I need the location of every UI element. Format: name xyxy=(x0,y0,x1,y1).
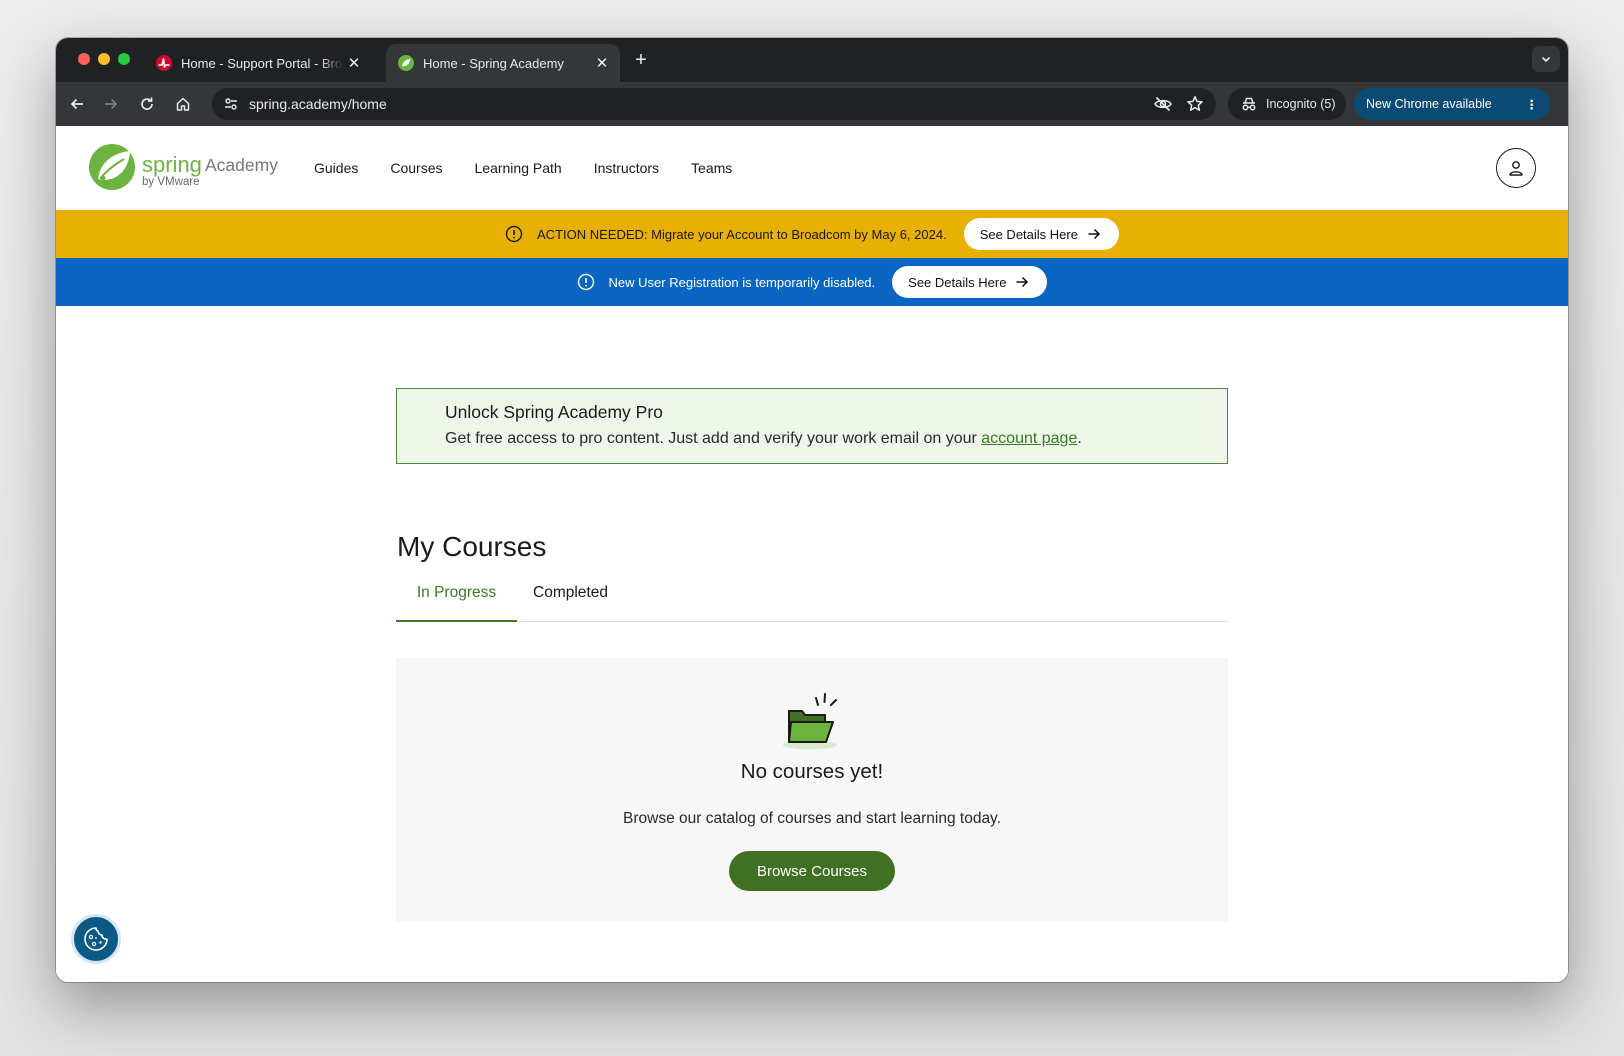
cookie-icon xyxy=(84,927,108,951)
reload-icon xyxy=(141,97,153,110)
reload-button[interactable] xyxy=(136,93,158,115)
arrow-right-icon xyxy=(1016,276,1029,288)
home-icon xyxy=(176,97,190,111)
more-vert-icon[interactable]: ⋮ xyxy=(1526,97,1539,112)
minimize-window-button[interactable] xyxy=(98,53,110,65)
nav-teams[interactable]: Teams xyxy=(691,160,732,176)
site-info-icon[interactable] xyxy=(221,94,241,114)
user-icon xyxy=(1509,161,1523,176)
bookmark-star-icon[interactable] xyxy=(1184,93,1206,115)
chevron-down-icon xyxy=(1541,56,1551,63)
spring-favicon-icon xyxy=(398,55,414,71)
arrow-right-icon xyxy=(1088,228,1101,240)
pro-desc-end: . xyxy=(1077,430,1082,447)
incognito-icon xyxy=(1242,97,1256,111)
registration-details-label: See Details Here xyxy=(908,274,1007,290)
registration-banner-text: New User Registration is temporarily dis… xyxy=(608,274,876,290)
action-needed-banner: ACTION NEEDED: Migrate your Account to B… xyxy=(56,210,1568,258)
tab-in-progress[interactable]: In Progress xyxy=(396,584,517,622)
nav-guides[interactable]: Guides xyxy=(314,160,358,176)
incognito-label: Incognito (5) xyxy=(1266,97,1336,111)
back-button[interactable] xyxy=(66,93,88,115)
pro-desc-text: Get free access to pro content. Just add… xyxy=(445,430,982,447)
action-details-button[interactable]: See Details Here xyxy=(963,218,1119,250)
account-button[interactable] xyxy=(1496,148,1536,188)
cookie-settings-button[interactable] xyxy=(71,914,121,964)
close-tab-icon[interactable]: ✕ xyxy=(344,53,364,73)
close-window-button[interactable] xyxy=(78,53,90,65)
tab-support-portal[interactable]: Home - Support Portal - Broadcom ✕ xyxy=(144,44,372,82)
arrow-left-icon xyxy=(70,98,83,110)
empty-state: No courses yet! Browse our catalog of co… xyxy=(396,658,1228,922)
registration-details-button[interactable]: See Details Here xyxy=(892,266,1048,298)
eye-off-icon[interactable] xyxy=(1152,93,1174,115)
update-label: New Chrome available xyxy=(1366,97,1492,111)
site-header: spring Academy by VMware Guides Courses … xyxy=(56,126,1568,210)
account-page-link[interactable]: account page xyxy=(981,430,1077,447)
arrow-right-icon xyxy=(105,98,118,110)
open-folder-icon xyxy=(783,693,837,750)
info-icon xyxy=(505,225,523,243)
nav-instructors[interactable]: Instructors xyxy=(594,160,659,176)
spring-academy-logo[interactable]: spring Academy by VMware xyxy=(88,141,284,193)
browser-toolbar: spring.academy/home Incognito (5) New Ch… xyxy=(56,82,1568,126)
home-button[interactable] xyxy=(172,93,194,115)
pro-promo-box: Unlock Spring Academy Pro Get free acces… xyxy=(396,388,1228,464)
address-bar[interactable]: spring.academy/home xyxy=(212,88,1216,120)
logo-wordmark: spring xyxy=(142,152,202,177)
logo-byline: by VMware xyxy=(142,176,200,188)
empty-description: Browse our catalog of courses and start … xyxy=(623,810,1001,827)
empty-title: No courses yet! xyxy=(740,760,884,783)
main-nav: Guides Courses Learning Path Instructors… xyxy=(314,126,764,210)
tab-title: Home - Support Portal - Broadcom xyxy=(181,55,344,71)
maximize-window-button[interactable] xyxy=(118,53,130,65)
pro-description: Get free access to pro content. Just add… xyxy=(445,430,1179,448)
broadcom-favicon-icon xyxy=(156,55,172,71)
incognito-indicator[interactable]: Incognito (5) xyxy=(1228,88,1346,120)
url-text[interactable]: spring.academy/home xyxy=(249,96,1152,112)
pro-title: Unlock Spring Academy Pro xyxy=(445,402,663,422)
page-title: My Courses xyxy=(397,531,547,562)
nav-courses[interactable]: Courses xyxy=(390,160,442,176)
logo-product: Academy xyxy=(205,155,278,175)
action-banner-text: ACTION NEEDED: Migrate your Account to B… xyxy=(537,226,947,242)
close-tab-icon[interactable]: ✕ xyxy=(592,53,612,73)
nav-learning-path[interactable]: Learning Path xyxy=(475,160,562,176)
tab-completed[interactable]: Completed xyxy=(533,584,608,622)
browse-courses-button[interactable]: Browse Courses xyxy=(729,851,895,891)
update-chrome-button[interactable]: New Chrome available ⋮ xyxy=(1354,88,1550,120)
new-tab-button[interactable]: + xyxy=(630,50,652,72)
page-content: spring Academy by VMware Guides Courses … xyxy=(56,126,1568,982)
action-details-label: See Details Here xyxy=(979,226,1078,242)
browser-window: Home - Support Portal - Broadcom ✕ Home … xyxy=(56,38,1568,982)
info-icon xyxy=(577,273,594,291)
forward-button[interactable] xyxy=(100,93,122,115)
registration-banner: New User Registration is temporarily dis… xyxy=(56,258,1568,306)
course-tabs: In Progress Completed xyxy=(396,580,1228,622)
tab-strip: Home - Support Portal - Broadcom ✕ Home … xyxy=(56,38,1568,82)
tab-title: Home - Spring Academy xyxy=(423,55,564,71)
tab-spring-academy[interactable]: Home - Spring Academy ✕ xyxy=(386,44,620,82)
spring-leaf-icon: spring Academy by VMware xyxy=(89,144,278,190)
tab-search-button[interactable] xyxy=(1532,46,1560,72)
